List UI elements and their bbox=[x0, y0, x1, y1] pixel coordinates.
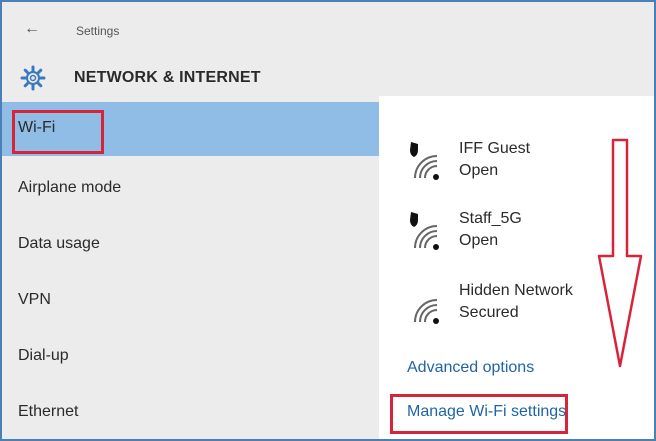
network-status: Open bbox=[459, 232, 499, 249]
wifi-secure-icon bbox=[410, 142, 439, 180]
wifi-icon bbox=[414, 299, 439, 324]
network-list-panel: IFF Guest Open Staff_5G Open Hidden Netw… bbox=[379, 96, 654, 439]
network-name: Staff_5G bbox=[459, 210, 522, 227]
network-name: IFF Guest bbox=[459, 140, 531, 157]
window-title: Settings bbox=[76, 24, 120, 38]
sidebar: Wi-Fi Airplane mode Data usage VPN Dial-… bbox=[2, 96, 379, 439]
sidebar-item-airplane-mode[interactable]: Airplane mode bbox=[2, 162, 379, 216]
network-item-hidden-network[interactable]: Hidden Network Secured bbox=[407, 282, 607, 336]
sidebar-item-label: Data usage bbox=[18, 235, 100, 252]
sidebar-item-label: Airplane mode bbox=[18, 179, 122, 196]
wifi-highlight-box bbox=[12, 110, 104, 154]
page-title: NETWORK & INTERNET bbox=[74, 69, 261, 86]
wifi-secure-icon bbox=[410, 212, 439, 250]
sidebar-item-vpn[interactable]: VPN bbox=[2, 274, 379, 328]
sidebar-item-ethernet[interactable]: Ethernet bbox=[2, 386, 379, 440]
network-item-staff-5g[interactable]: Staff_5G Open bbox=[407, 210, 607, 264]
down-arrow-icon bbox=[597, 138, 643, 368]
network-status: Secured bbox=[459, 304, 519, 321]
sidebar-item-data-usage[interactable]: Data usage bbox=[2, 218, 379, 272]
sidebar-item-dial-up[interactable]: Dial-up bbox=[2, 330, 379, 384]
gear-icon bbox=[20, 65, 46, 91]
back-arrow-icon[interactable]: ← bbox=[24, 20, 40, 38]
advanced-options-link[interactable]: Advanced options bbox=[407, 359, 534, 377]
network-item-iff-guest[interactable]: IFF Guest Open bbox=[407, 140, 607, 194]
network-name: Hidden Network bbox=[459, 282, 573, 299]
sidebar-item-label: Dial-up bbox=[18, 347, 69, 364]
title-bar: ← Settings NETWORK & INTERNET bbox=[2, 2, 654, 96]
manage-wifi-settings-link[interactable]: Manage Wi-Fi settings bbox=[407, 403, 566, 421]
sidebar-item-label: VPN bbox=[18, 291, 51, 308]
network-status: Open bbox=[459, 162, 499, 179]
sidebar-item-label: Ethernet bbox=[18, 403, 79, 420]
